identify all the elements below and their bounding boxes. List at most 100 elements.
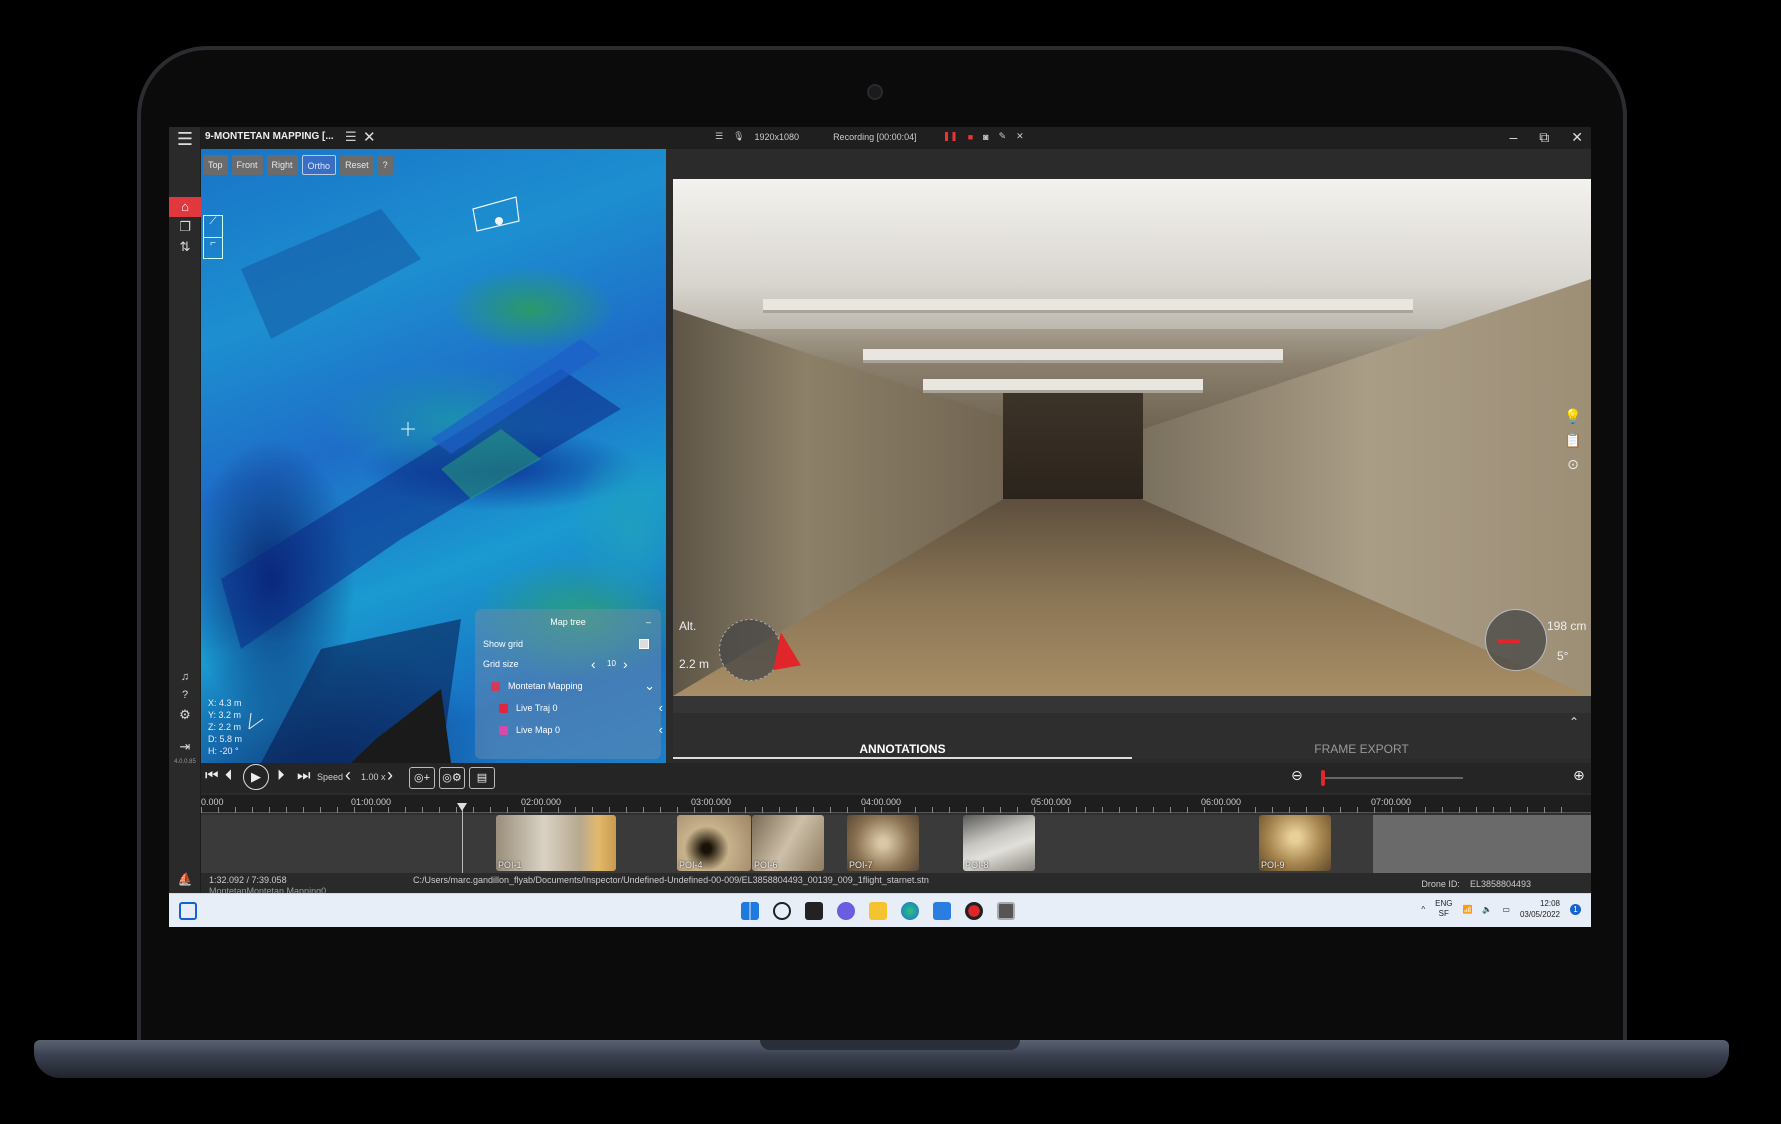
ruler-icon[interactable]: ⟋: [204, 216, 222, 238]
view-reset-button[interactable]: Reset: [340, 155, 374, 175]
poi-thumbnail[interactable]: POI-8: [963, 815, 1035, 871]
maximize-button[interactable]: ⧉: [1539, 129, 1549, 146]
search-icon[interactable]: [773, 902, 791, 920]
playhead-handle[interactable]: [457, 803, 467, 811]
wifi-icon[interactable]: 📶: [1462, 905, 1472, 914]
transfer-icon[interactable]: ⇅: [169, 237, 201, 257]
minimize-button[interactable]: –: [1509, 129, 1517, 146]
map-tree-item[interactable]: Live Traj 0 ‹: [499, 699, 666, 717]
chat-icon[interactable]: [837, 902, 855, 920]
grid-increase-icon[interactable]: ›: [623, 655, 628, 673]
chevron-left-icon[interactable]: ‹: [659, 721, 663, 739]
record-app-icon[interactable]: [965, 902, 983, 920]
tab-frame-export[interactable]: FRAME EXPORT: [1132, 739, 1591, 759]
view-right-button[interactable]: Right: [266, 155, 298, 175]
recording-close-icon[interactable]: ✕: [1016, 131, 1024, 142]
speed-label: Speed: [317, 772, 344, 782]
poi-thumbnail[interactable]: POI-1: [496, 815, 616, 871]
pen-icon[interactable]: ✎: [999, 131, 1007, 142]
zoom-out-icon[interactable]: ⊖: [1291, 767, 1303, 784]
resolution-label[interactable]: 1920x1080: [755, 132, 800, 142]
notification-badge[interactable]: 1: [1570, 903, 1581, 915]
chevron-up-icon[interactable]: ^: [1421, 905, 1425, 914]
layer-color-swatch[interactable]: [499, 726, 508, 736]
poi-thumbnail[interactable]: POI-4: [677, 815, 751, 871]
file-explorer-icon[interactable]: [869, 902, 887, 920]
store-icon[interactable]: [933, 902, 951, 920]
clock[interactable]: 12:08 03/05/2022: [1520, 898, 1560, 920]
chevron-up-icon[interactable]: ⌃: [1569, 715, 1579, 729]
layer-color-swatch[interactable]: [499, 704, 508, 714]
step-forward-icon[interactable]: ⏵: [277, 767, 285, 784]
speed-decrease-icon[interactable]: ‹: [345, 765, 351, 786]
tab-annotations[interactable]: ANNOTATIONS: [673, 739, 1132, 759]
light-bulb-icon[interactable]: 💡: [1563, 404, 1583, 428]
crop-icon[interactable]: ⌐: [204, 238, 222, 249]
skip-end-icon[interactable]: ⏭: [297, 767, 311, 784]
snapshot-icon[interactable]: ⊙: [1563, 452, 1583, 476]
language-indicator[interactable]: ENG SF: [1435, 899, 1452, 919]
speed-increase-icon[interactable]: ›: [387, 765, 393, 786]
tick-label: 01:00.000: [351, 797, 392, 807]
point-cloud-viewport[interactable]: Top Front Right Ortho Reset ? ⟋ ⌐ X: 4.3…: [201, 149, 666, 763]
view-front-button[interactable]: Front: [231, 155, 263, 175]
zoom-slider[interactable]: [1323, 777, 1463, 779]
task-view-icon[interactable]: [805, 902, 823, 920]
bell-icon[interactable]: ♫: [169, 667, 201, 687]
clipboard-icon[interactable]: 📋: [1563, 428, 1583, 452]
stop-icon[interactable]: ■: [968, 132, 973, 142]
zoom-slider-handle[interactable]: [1321, 770, 1325, 786]
collapse-icon[interactable]: –: [646, 613, 651, 631]
tick-label: 02:00.000: [521, 797, 562, 807]
list-icon[interactable]: ☰: [345, 129, 357, 145]
view-top-button[interactable]: Top: [203, 155, 228, 175]
hamburger-menu-icon[interactable]: ☰: [169, 129, 201, 149]
edge-browser-icon[interactable]: [901, 902, 919, 920]
close-tab-icon[interactable]: ✕: [363, 128, 376, 146]
inspector-app-icon[interactable]: [997, 902, 1015, 920]
distance-readout: 198 cm: [1547, 619, 1587, 633]
chevron-down-icon[interactable]: ⌄: [644, 677, 655, 695]
skip-start-icon[interactable]: ⏮: [205, 767, 219, 784]
help-icon[interactable]: ?: [169, 685, 201, 705]
window-controls: – ⧉ ✕: [1509, 129, 1583, 146]
start-menu-icon[interactable]: [741, 902, 759, 920]
export-report-icon[interactable]: ▤: [469, 767, 495, 789]
volume-icon[interactable]: 🔈: [1482, 905, 1492, 914]
poi-thumbnail[interactable]: POI-6: [752, 815, 824, 871]
battery-icon[interactable]: ▭: [1502, 905, 1510, 914]
step-back-icon[interactable]: ⏴: [225, 767, 233, 784]
gear-icon[interactable]: ⚙: [169, 705, 201, 725]
view-ortho-button[interactable]: Ortho: [301, 155, 337, 175]
map-tree-item[interactable]: Montetan Mapping ⌄: [491, 677, 661, 695]
close-window-button[interactable]: ✕: [1571, 129, 1583, 146]
chevron-left-icon[interactable]: ‹: [659, 699, 663, 717]
zoom-in-icon[interactable]: ⊕: [1573, 767, 1585, 784]
add-poi-icon[interactable]: ◎+: [409, 767, 435, 789]
microphone-icon[interactable]: 🎙: [733, 131, 744, 142]
webcam: [867, 84, 883, 100]
coord-x: X: 4.3 m: [208, 698, 242, 708]
files-icon[interactable]: ❐: [169, 217, 201, 237]
poi-settings-icon[interactable]: ◎⚙: [439, 767, 465, 789]
play-button[interactable]: ▶: [243, 764, 269, 790]
view-help-button[interactable]: ?: [377, 155, 393, 175]
widgets-icon[interactable]: [179, 902, 197, 920]
show-grid-checkbox[interactable]: [639, 639, 649, 649]
left-toolbar: ☰ ⌂ ❐ ⇅ ♫ ? ⚙ ⇥ 4.0.0.85: [169, 127, 201, 892]
recording-menu-icon[interactable]: ☰: [715, 131, 723, 142]
camera-video-feed[interactable]: Alt. 2.2 m 198 cm 5° 💡 📋 ⊙: [673, 179, 1591, 696]
project-tab-title[interactable]: 9-MONTETAN MAPPING [...: [205, 131, 334, 142]
home-icon[interactable]: ⌂: [169, 197, 201, 217]
poi-thumbnail[interactable]: POI-7: [847, 815, 919, 871]
map-tree-item[interactable]: Live Map 0 ‹: [499, 721, 666, 739]
measure-tools[interactable]: ⟋ ⌐: [203, 215, 223, 259]
layer-color-swatch[interactable]: [491, 682, 500, 692]
grid-decrease-icon[interactable]: ‹: [591, 655, 596, 673]
camera-icon[interactable]: ◙: [983, 132, 988, 142]
recording-toolbar: ☰ 🎙 1920x1080 Recording [00:00:04] ❚❚ ■ …: [715, 131, 1024, 142]
playhead[interactable]: [462, 803, 463, 879]
pause-icon[interactable]: ❚❚: [943, 131, 958, 142]
poi-thumbnail[interactable]: POI-9: [1259, 815, 1331, 871]
tick-label: 03:00.000: [691, 797, 732, 807]
